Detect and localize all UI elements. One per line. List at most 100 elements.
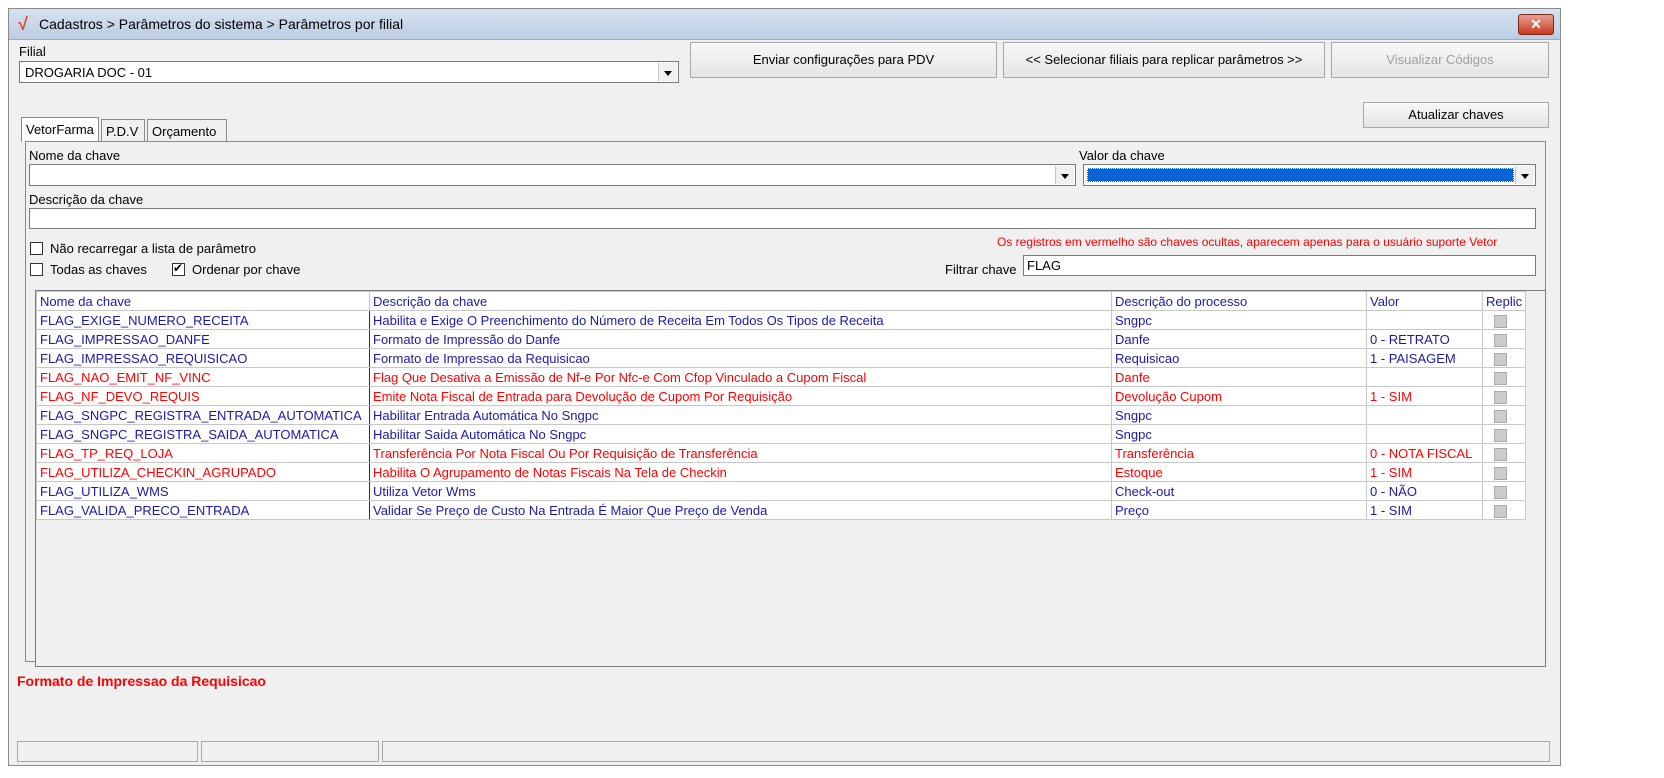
table-row[interactable]: FLAG_EXIGE_NUMERO_RECEITA Habilita e Exig… bbox=[36, 310, 1527, 330]
cell-name[interactable]: FLAG_SNGPC_REGISTRA_ENTRADA_AUTOMATICA bbox=[36, 405, 370, 425]
update-keys-button[interactable]: Atualizar chaves bbox=[1363, 102, 1549, 128]
replic-checkbox[interactable] bbox=[1494, 504, 1507, 518]
tab-vetorfarma[interactable]: VetorFarma bbox=[21, 117, 99, 142]
col-header-name[interactable]: Nome da chave bbox=[36, 291, 370, 311]
table-row[interactable]: FLAG_NF_DEVO_REQUIS Emite Nota Fiscal de … bbox=[36, 386, 1527, 406]
replic-checkbox[interactable] bbox=[1494, 428, 1507, 442]
cell-value[interactable]: 0 - NOTA FISCAL bbox=[1366, 443, 1483, 463]
all-keys-checkbox[interactable] bbox=[30, 263, 43, 276]
select-branches-button[interactable]: << Selecionar filiais para replicar parâ… bbox=[1003, 42, 1325, 78]
table-row[interactable]: FLAG_UTILIZA_CHECKIN_AGRUPADO Habilita O … bbox=[36, 462, 1527, 482]
filial-select[interactable]: DROGARIA DOC - 01 bbox=[19, 61, 679, 83]
cell-desc[interactable]: Emite Nota Fiscal de Entrada para Devolu… bbox=[369, 386, 1112, 406]
chevron-down-icon[interactable] bbox=[1055, 166, 1074, 184]
cell-value[interactable]: 0 - NÃO bbox=[1366, 481, 1483, 501]
cell-replic bbox=[1481, 443, 1527, 463]
cell-desc[interactable]: Formato de Impressão do Danfe bbox=[369, 329, 1112, 349]
cell-desc[interactable]: Formato de Impressao da Requisicao bbox=[369, 348, 1112, 368]
hidden-keys-notice: Os registros em vermelho são chaves ocul… bbox=[997, 235, 1498, 249]
cell-value[interactable]: 1 - SIM bbox=[1366, 500, 1483, 520]
cell-process[interactable]: Preço bbox=[1111, 500, 1367, 520]
cell-name[interactable]: FLAG_IMPRESSAO_REQUISICAO bbox=[36, 348, 370, 368]
cell-name[interactable]: FLAG_NF_DEVO_REQUIS bbox=[36, 386, 370, 406]
table-row[interactable]: FLAG_NAO_EMIT_NF_VINC Flag Que Desativa a… bbox=[36, 367, 1527, 387]
order-by-key-checkbox[interactable] bbox=[172, 261, 185, 276]
send-to-pdv-button[interactable]: Enviar configurações para PDV bbox=[690, 42, 997, 78]
cell-process[interactable]: Sngpc bbox=[1111, 310, 1367, 330]
cell-name[interactable]: FLAG_UTILIZA_WMS bbox=[36, 481, 370, 501]
table-row[interactable]: FLAG_IMPRESSAO_REQUISICAO Formato de Impr… bbox=[36, 348, 1527, 368]
cell-value[interactable]: 0 - RETRATO bbox=[1366, 329, 1483, 349]
cell-desc[interactable]: Flag Que Desativa a Emissão de Nf-e Por … bbox=[369, 367, 1112, 387]
cell-process[interactable]: Check-out bbox=[1111, 481, 1367, 501]
cell-name[interactable]: FLAG_EXIGE_NUMERO_RECEITA bbox=[36, 310, 370, 330]
cell-process[interactable]: Devolução Cupom bbox=[1111, 386, 1367, 406]
filter-label: Filtrar chave bbox=[945, 262, 1017, 277]
title-bar: √ Cadastros > Parâmetros do sistema > Pa… bbox=[9, 9, 1560, 40]
cell-value[interactable]: 1 - SIM bbox=[1366, 462, 1483, 482]
cell-desc[interactable]: Utiliza Vetor Wms bbox=[369, 481, 1112, 501]
col-header-desc[interactable]: Descrição da chave bbox=[369, 291, 1112, 311]
cell-name[interactable]: FLAG_UTILIZA_CHECKIN_AGRUPADO bbox=[36, 462, 370, 482]
cell-name[interactable]: FLAG_TP_REQ_LOJA bbox=[36, 443, 370, 463]
cell-replic bbox=[1481, 424, 1527, 444]
chevron-down-icon[interactable] bbox=[1515, 166, 1534, 184]
cell-desc[interactable]: Transferência Por Nota Fiscal Ou Por Req… bbox=[369, 443, 1112, 463]
filter-input[interactable] bbox=[1023, 255, 1536, 276]
view-codes-button[interactable]: Visualizar Códigos bbox=[1331, 42, 1549, 78]
cell-process[interactable]: Requisicao bbox=[1111, 348, 1367, 368]
cell-process[interactable]: Transferência bbox=[1111, 443, 1367, 463]
close-button[interactable]: ✕ bbox=[1518, 14, 1554, 35]
cell-name[interactable]: FLAG_VALIDA_PRECO_ENTRADA bbox=[36, 500, 370, 520]
cell-value[interactable] bbox=[1366, 424, 1483, 444]
replic-checkbox[interactable] bbox=[1494, 352, 1507, 366]
cell-desc[interactable]: Habilitar Entrada Automática No Sngpc bbox=[369, 405, 1112, 425]
tab-pdv[interactable]: P.D.V bbox=[101, 119, 145, 141]
tab-orcamento[interactable]: Orçamento bbox=[147, 119, 227, 141]
replic-checkbox[interactable] bbox=[1494, 314, 1507, 328]
selected-value-highlight bbox=[1087, 168, 1514, 182]
key-value-select[interactable] bbox=[1083, 164, 1536, 186]
cell-desc[interactable]: Validar Se Preço de Custo Na Entrada É M… bbox=[369, 500, 1112, 520]
cell-process[interactable]: Danfe bbox=[1111, 367, 1367, 387]
cell-process[interactable]: Danfe bbox=[1111, 329, 1367, 349]
chevron-down-icon[interactable] bbox=[658, 63, 677, 81]
table-row[interactable]: FLAG_TP_REQ_LOJA Transferência Por Nota F… bbox=[36, 443, 1527, 463]
replic-checkbox[interactable] bbox=[1494, 485, 1507, 499]
cell-process[interactable]: Estoque bbox=[1111, 462, 1367, 482]
cell-value[interactable] bbox=[1366, 367, 1483, 387]
all-keys-label: Todas as chaves bbox=[50, 262, 147, 277]
no-reload-checkbox[interactable] bbox=[30, 242, 43, 255]
col-header-process[interactable]: Descrição do processo bbox=[1111, 291, 1367, 311]
table-row[interactable]: FLAG_SNGPC_REGISTRA_ENTRADA_AUTOMATICA Ha… bbox=[36, 405, 1527, 425]
key-name-select[interactable] bbox=[29, 164, 1076, 186]
cell-desc[interactable]: Habilitar Saida Automática No Sngpc bbox=[369, 424, 1112, 444]
cell-process[interactable]: Sngpc bbox=[1111, 424, 1367, 444]
cell-name[interactable]: FLAG_SNGPC_REGISTRA_SAIDA_AUTOMATICA bbox=[36, 424, 370, 444]
replic-checkbox[interactable] bbox=[1494, 466, 1507, 480]
table-row[interactable]: FLAG_SNGPC_REGISTRA_SAIDA_AUTOMATICA Habi… bbox=[36, 424, 1527, 444]
col-header-value[interactable]: Valor bbox=[1366, 291, 1483, 311]
cell-value[interactable] bbox=[1366, 310, 1483, 330]
replic-checkbox[interactable] bbox=[1494, 447, 1507, 461]
cell-value[interactable] bbox=[1366, 405, 1483, 425]
replic-checkbox[interactable] bbox=[1494, 390, 1507, 404]
table-row[interactable]: FLAG_IMPRESSAO_DANFE Formato de Impressão… bbox=[36, 329, 1527, 349]
window-title: Cadastros > Parâmetros do sistema > Parâ… bbox=[39, 16, 404, 32]
cell-value[interactable]: 1 - PAISAGEM bbox=[1366, 348, 1483, 368]
col-header-replic[interactable]: Replic bbox=[1481, 291, 1527, 311]
cell-desc[interactable]: Habilita e Exige O Preenchimento do Núme… bbox=[369, 310, 1112, 330]
cell-desc[interactable]: Habilita O Agrupamento de Notas Fiscais … bbox=[369, 462, 1112, 482]
replic-checkbox[interactable] bbox=[1494, 409, 1507, 423]
cell-process[interactable]: Sngpc bbox=[1111, 405, 1367, 425]
table-row[interactable]: FLAG_UTILIZA_WMS Utiliza Vetor Wms Check-o… bbox=[36, 481, 1527, 501]
cell-name[interactable]: FLAG_IMPRESSAO_DANFE bbox=[36, 329, 370, 349]
cell-value[interactable]: 1 - SIM bbox=[1366, 386, 1483, 406]
key-desc-field[interactable] bbox=[29, 208, 1536, 229]
replic-checkbox[interactable] bbox=[1494, 371, 1507, 385]
cell-name[interactable]: FLAG_NAO_EMIT_NF_VINC bbox=[36, 367, 370, 387]
replic-checkbox[interactable] bbox=[1494, 333, 1507, 347]
status-panel-3 bbox=[382, 741, 1550, 762]
status-bar bbox=[9, 737, 1560, 765]
table-row[interactable]: FLAG_VALIDA_PRECO_ENTRADA Validar Se Preç… bbox=[36, 500, 1527, 520]
